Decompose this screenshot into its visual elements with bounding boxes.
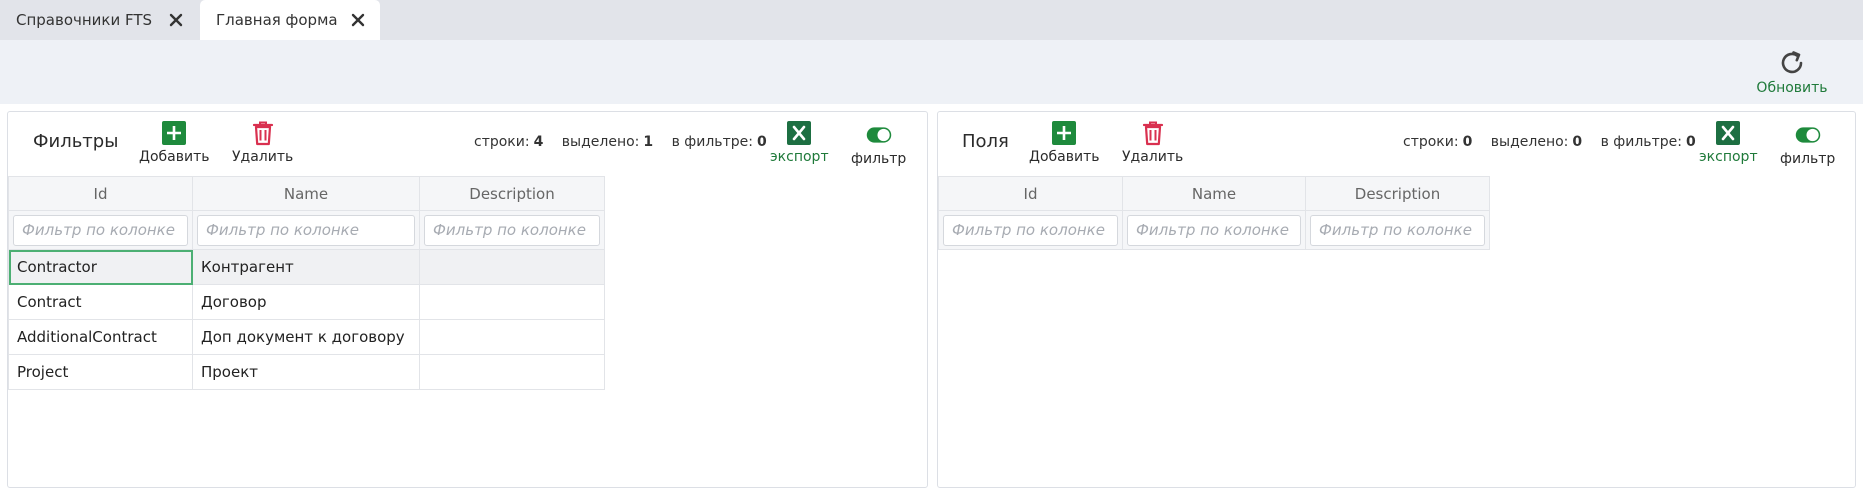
table-row[interactable]: Contract Договор [8, 284, 605, 320]
filters-table: Id Name Description Contractor Контраген… [8, 176, 605, 390]
tab-main-form[interactable]: Главная форма [200, 0, 380, 40]
tab-fts-directories[interactable]: Справочники FTS [0, 0, 197, 40]
toggle-switch-icon [866, 127, 891, 143]
in-filter-label: в фильтре: [671, 134, 753, 150]
selected-count: 1 [643, 134, 654, 150]
cell-name[interactable]: Договор [192, 284, 420, 320]
selected-label: выделено: [1490, 134, 1569, 150]
cell-id[interactable]: Contractor [8, 249, 193, 285]
cell-description[interactable] [419, 249, 605, 285]
cell-name[interactable]: Контрагент [192, 249, 420, 285]
column-filter-input-description[interactable] [424, 214, 600, 246]
filter-cell [1305, 210, 1490, 250]
add-label: Добавить [139, 149, 210, 165]
table-row[interactable]: Contractor Контрагент [8, 249, 605, 285]
add-button[interactable]: Добавить [139, 120, 209, 165]
panel-title: Фильтры [33, 131, 119, 152]
in-filter-label: в фильтре: [1600, 134, 1682, 150]
filter-toggle[interactable]: фильтр [851, 122, 906, 167]
filter-cell [8, 210, 193, 250]
close-icon[interactable] [169, 13, 183, 27]
column-header-id[interactable]: Id [938, 176, 1123, 211]
table-row[interactable]: AdditionalContract Доп документ к догово… [8, 319, 605, 355]
filter-label: фильтр [1780, 151, 1836, 167]
row-stats: строки: 0 выделено: 0 в фильтре: 0 [1403, 134, 1710, 150]
cell-description[interactable] [419, 284, 605, 320]
header-row: Id Name Description [938, 176, 1490, 211]
column-filter-input-name[interactable] [1127, 214, 1301, 246]
selected-label: выделено: [561, 134, 640, 150]
excel-icon [787, 121, 812, 145]
column-header-name[interactable]: Name [192, 176, 420, 211]
plus-square-icon [1052, 121, 1077, 145]
column-filter-input-id[interactable] [943, 214, 1118, 246]
refresh-label: Обновить [1756, 80, 1828, 96]
filter-cell [1122, 210, 1306, 250]
cell-description[interactable] [419, 319, 605, 355]
add-label: Добавить [1029, 149, 1100, 165]
column-header-description[interactable]: Description [419, 176, 605, 211]
column-filter-input-name[interactable] [197, 214, 415, 246]
column-header-description[interactable]: Description [1305, 176, 1490, 211]
filter-cell [419, 210, 605, 250]
rows-count: 4 [533, 134, 544, 150]
tab-label: Главная форма [216, 11, 338, 29]
trash-icon [1142, 121, 1163, 146]
rows-label: строки: [1403, 134, 1459, 150]
export-button[interactable]: экспорт [1699, 120, 1758, 165]
fields-table: Id Name Description [938, 176, 1490, 250]
in-filter-count: 0 [1685, 134, 1696, 150]
row-stats: строки: 4 выделено: 1 в фильтре: 0 [474, 134, 781, 150]
tab-bar: Справочники FTS Главная форма [0, 0, 1863, 40]
cell-id[interactable]: Project [8, 354, 193, 390]
cell-id[interactable]: AdditionalContract [8, 319, 193, 355]
filter-label: фильтр [851, 151, 907, 167]
toolbar: Обновить [0, 40, 1863, 104]
delete-label: Удалить [232, 149, 294, 165]
excel-icon [1716, 121, 1741, 145]
trash-icon [252, 121, 273, 146]
filter-cell [192, 210, 420, 250]
filter-row [8, 210, 605, 250]
cell-name[interactable]: Доп документ к договору [192, 319, 420, 355]
close-icon[interactable] [351, 13, 365, 27]
toggle-switch-icon [1795, 127, 1820, 143]
table-row[interactable]: Project Проект [8, 354, 605, 390]
rows-count: 0 [1462, 134, 1473, 150]
column-header-id[interactable]: Id [8, 176, 193, 211]
add-button[interactable]: Добавить [1029, 120, 1099, 165]
delete-button[interactable]: Удалить [232, 120, 293, 165]
filter-toggle[interactable]: фильтр [1780, 122, 1835, 167]
export-button[interactable]: экспорт [770, 120, 829, 165]
fields-panel: Поля Добавить Удалить строки: 0 выделено:… [937, 111, 1856, 488]
refresh-icon [1781, 51, 1803, 74]
tab-label: Справочники FTS [16, 11, 153, 29]
delete-label: Удалить [1122, 149, 1184, 165]
refresh-button[interactable]: Обновить [1752, 48, 1832, 100]
rows-label: строки: [474, 134, 530, 150]
plus-square-icon [162, 121, 187, 145]
filter-cell [938, 210, 1123, 250]
column-filter-input-description[interactable] [1310, 214, 1485, 246]
panel-header: Поля Добавить Удалить строки: 0 выделено:… [938, 112, 1855, 176]
panel-header: Фильтры Добавить Удалить строки: 4 выделе… [8, 112, 927, 176]
in-filter-count: 0 [756, 134, 767, 150]
column-filter-input-id[interactable] [13, 214, 188, 246]
delete-button[interactable]: Удалить [1122, 120, 1183, 165]
header-row: Id Name Description [8, 176, 605, 211]
cell-name[interactable]: Проект [192, 354, 420, 390]
filters-panel: Фильтры Добавить Удалить строки: 4 выделе… [7, 111, 928, 488]
cell-id[interactable]: Contract [8, 284, 193, 320]
selected-count: 0 [1572, 134, 1583, 150]
export-label: экспорт [1699, 149, 1758, 165]
filter-row [938, 210, 1490, 250]
column-header-name[interactable]: Name [1122, 176, 1306, 211]
cell-description[interactable] [419, 354, 605, 390]
panel-title: Поля [962, 131, 1009, 152]
export-label: экспорт [770, 149, 829, 165]
